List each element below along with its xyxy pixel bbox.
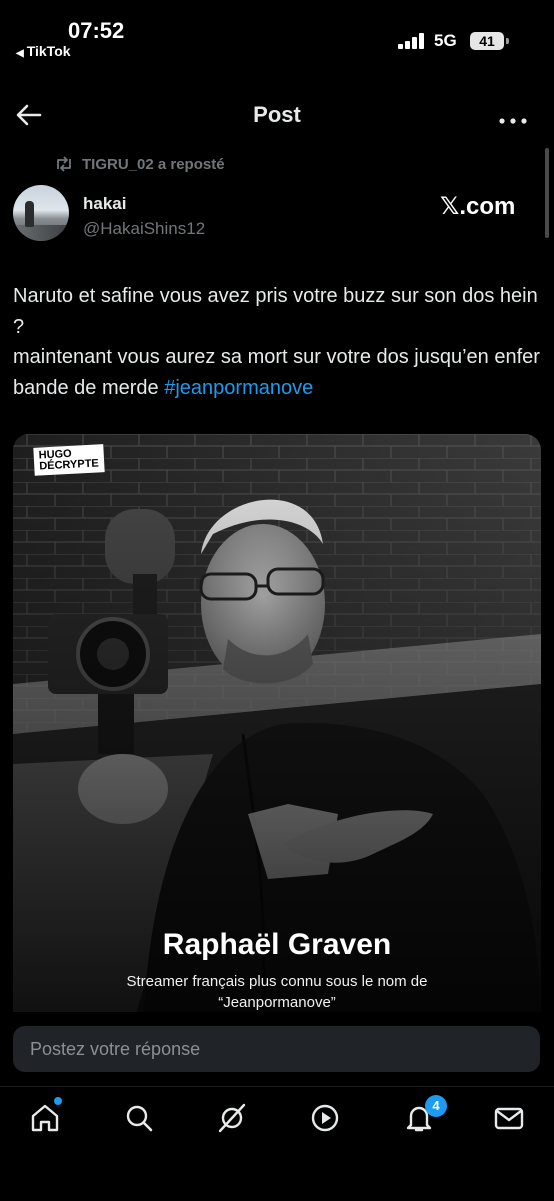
notifications-badge: 4 [425,1095,447,1117]
repost-text: TIGRU_02 a reposté [82,156,225,173]
network-type: 5G [434,31,457,50]
scrollbar[interactable] [545,148,549,238]
image-caption-title: Raphaël Graven [162,928,392,961]
home-unread-dot [54,1097,62,1105]
hashtag-link[interactable]: #jeanpormanove [164,377,313,399]
signal-icon [398,33,428,49]
reply-bar: Postez votre réponse [0,1012,554,1086]
repost-icon [54,156,74,172]
author-name[interactable]: hakai [83,194,126,214]
author-handle[interactable]: @HakaiShins12 [83,219,205,239]
grok-icon[interactable] [215,1101,249,1135]
more-options-icon[interactable] [498,112,528,124]
post-text: Naruto et safine vous avez pris votre bu… [13,281,541,403]
x-com-logo: 𝕏.com [440,192,515,221]
x-logo-icon: 𝕏 [440,192,460,220]
messages-envelope-icon[interactable] [492,1101,526,1135]
bottom-nav: 4 [0,1086,554,1201]
post-header: Post [0,88,554,144]
back-triangle-icon: ◀ [16,48,24,59]
post-text-line-2: maintenant vous aurez sa mort sur votre … [13,342,541,403]
post-text-line: Naruto et safine vous avez pris votre bu… [13,285,538,338]
back-to-app-link[interactable]: ◀ TikTok [16,43,71,59]
page-title: Post [253,102,301,127]
battery-icon: 41 [470,32,509,50]
back-app-label: TikTok [26,43,71,59]
reply-input[interactable]: Postez votre réponse [13,1026,540,1072]
home-icon[interactable] [28,1101,62,1135]
post-image[interactable]: HUGO DÉCRYPTE Raphaël Graven Streamer fra… [13,434,541,1024]
video-play-icon[interactable] [308,1101,342,1135]
status-time: 07:52 [68,18,125,43]
avatar[interactable] [13,185,69,241]
search-icon[interactable] [122,1101,156,1135]
status-bar: 07:52 ◀ TikTok 5G 41 [0,0,554,70]
source-label: .com [459,193,516,220]
repost-indicator[interactable]: TIGRU_02 a reposté [54,156,225,173]
hugo-decrypte-logo: HUGO DÉCRYPTE [33,444,105,476]
image-caption-subtitle: Streamer français plus connu sous le nom… [126,973,428,1011]
